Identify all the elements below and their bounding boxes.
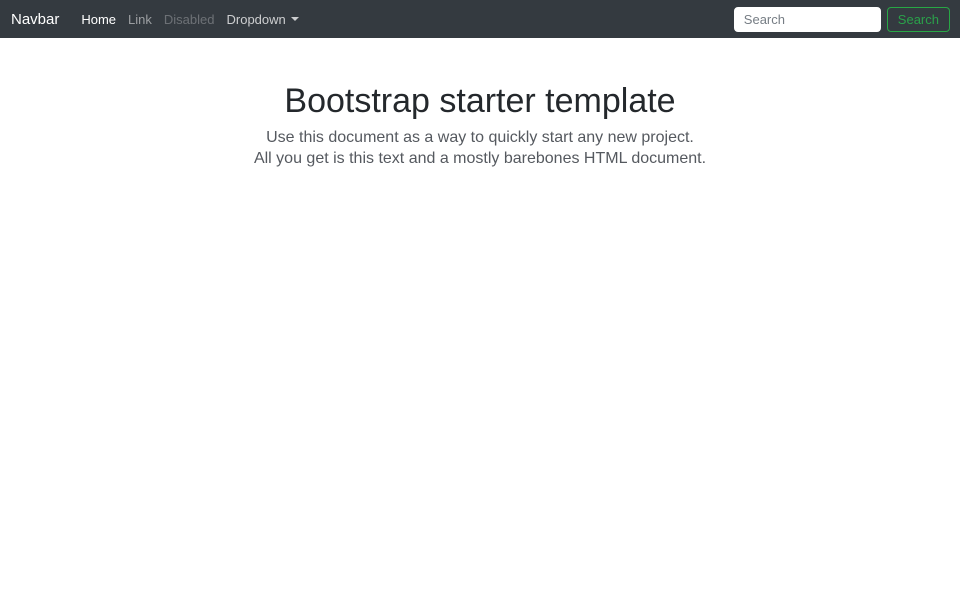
lead-paragraph: Use this document as a way to quickly st…: [0, 127, 960, 169]
dropdown-label: Dropdown: [226, 11, 286, 27]
nav-item-disabled: Disabled: [163, 11, 215, 27]
navbar-nav: Home Link Disabled Dropdown: [75, 9, 733, 30]
lead-line-1: Use this document as a way to quickly st…: [266, 129, 694, 147]
nav-item-dropdown[interactable]: Dropdown: [221, 9, 305, 30]
search-form: Search: [733, 6, 950, 32]
navbar-brand[interactable]: Navbar: [11, 11, 59, 28]
search-button[interactable]: Search: [886, 6, 950, 32]
page-title: Bootstrap starter template: [284, 82, 676, 120]
nav-item-link[interactable]: Link: [122, 9, 158, 30]
search-input[interactable]: [733, 6, 881, 32]
lead-line-2: All you get is this text and a mostly ba…: [253, 150, 707, 168]
caret-down-icon: [290, 17, 299, 21]
main-content: Bootstrap starter template Use this docu…: [0, 38, 960, 169]
nav-item-home[interactable]: Home: [75, 9, 122, 30]
navbar: Navbar Home Link Disabled Dropdown Searc…: [0, 0, 960, 38]
